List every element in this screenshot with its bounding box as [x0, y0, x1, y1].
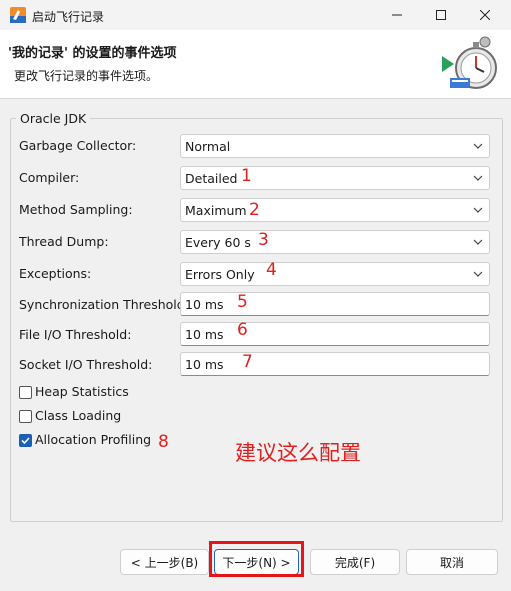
sync-threshold-input[interactable]: 10 ms	[180, 292, 490, 316]
back-button[interactable]: < 上一步(B)	[120, 549, 209, 575]
socket-io-threshold-value: 10 ms	[185, 357, 224, 372]
socket-io-threshold-input[interactable]: 10 ms	[180, 352, 490, 376]
gc-value: Normal	[185, 139, 231, 154]
maximize-icon	[436, 10, 446, 20]
file-io-threshold-input[interactable]: 10 ms	[180, 322, 490, 346]
chevron-down-icon	[473, 143, 483, 149]
annotation-mark-2: 2	[249, 200, 260, 220]
annotation-mark-3: 3	[258, 230, 269, 250]
exceptions-value: Errors Only	[185, 267, 255, 282]
annotation-mark-4: 4	[266, 260, 277, 280]
highlight-box	[209, 541, 304, 577]
minimize-button[interactable]	[375, 0, 419, 30]
maximize-button[interactable]	[419, 0, 463, 30]
window-title: 启动飞行记录	[32, 10, 105, 24]
gc-label: Garbage Collector:	[19, 138, 137, 153]
chevron-down-icon	[473, 271, 483, 277]
close-icon	[480, 10, 490, 20]
method-sampling-value: Maximum	[185, 203, 247, 218]
heap-statistics-label[interactable]: Heap Statistics	[35, 384, 129, 399]
exceptions-select[interactable]: Errors Only	[180, 262, 490, 286]
heap-statistics-checkbox[interactable]	[19, 386, 32, 399]
annotation-mark-7: 7	[242, 352, 253, 372]
annotation-mark-1: 1	[241, 166, 252, 186]
thread-dump-label: Thread Dump:	[19, 234, 109, 249]
close-button[interactable]	[463, 0, 507, 30]
sync-threshold-label: Synchronization Threshold:	[19, 297, 189, 312]
minimize-icon	[392, 14, 402, 16]
compiler-label: Compiler:	[19, 170, 80, 185]
page-title: '我的记录' 的设置的事件选项	[8, 46, 177, 61]
advice-annotation: 建议这么配置	[235, 441, 361, 465]
annotation-mark-6: 6	[237, 320, 248, 340]
flight-recorder-stopwatch-icon	[442, 36, 497, 89]
file-io-threshold-value: 10 ms	[185, 327, 224, 342]
chevron-down-icon	[473, 207, 483, 213]
finish-button[interactable]: 完成(F)	[310, 549, 400, 575]
chevron-down-icon	[473, 175, 483, 181]
class-loading-label[interactable]: Class Loading	[35, 408, 121, 423]
page-subtitle: 更改飞行记录的事件选项。	[14, 69, 159, 83]
socket-io-threshold-label: Socket I/O Threshold:	[19, 357, 153, 372]
allocation-profiling-checkbox[interactable]	[19, 434, 32, 447]
app-icon	[10, 7, 26, 23]
compiler-select[interactable]: Detailed	[180, 166, 490, 190]
allocation-profiling-label[interactable]: Allocation Profiling	[35, 432, 151, 447]
chevron-down-icon	[473, 239, 483, 245]
file-io-threshold-label: File I/O Threshold:	[19, 327, 132, 342]
method-sampling-label: Method Sampling:	[19, 202, 133, 217]
cancel-button[interactable]: 取消	[406, 549, 498, 575]
class-loading-checkbox[interactable]	[19, 410, 32, 423]
group-legend: Oracle JDK	[16, 111, 91, 126]
compiler-value: Detailed	[185, 171, 238, 186]
method-sampling-select[interactable]: Maximum	[180, 198, 490, 222]
gc-select[interactable]: Normal	[180, 134, 490, 158]
title-bar: 启动飞行记录	[0, 0, 511, 30]
thread-dump-value: Every 60 s	[185, 235, 251, 250]
annotation-mark-8: 8	[158, 432, 169, 452]
checkmark-icon	[21, 437, 30, 445]
annotation-mark-5: 5	[237, 292, 248, 312]
sync-threshold-value: 10 ms	[185, 297, 224, 312]
thread-dump-select[interactable]: Every 60 s	[180, 230, 490, 254]
wizard-header: '我的记录' 的设置的事件选项 更改飞行记录的事件选项。	[0, 30, 511, 99]
exceptions-label: Exceptions:	[19, 266, 92, 281]
